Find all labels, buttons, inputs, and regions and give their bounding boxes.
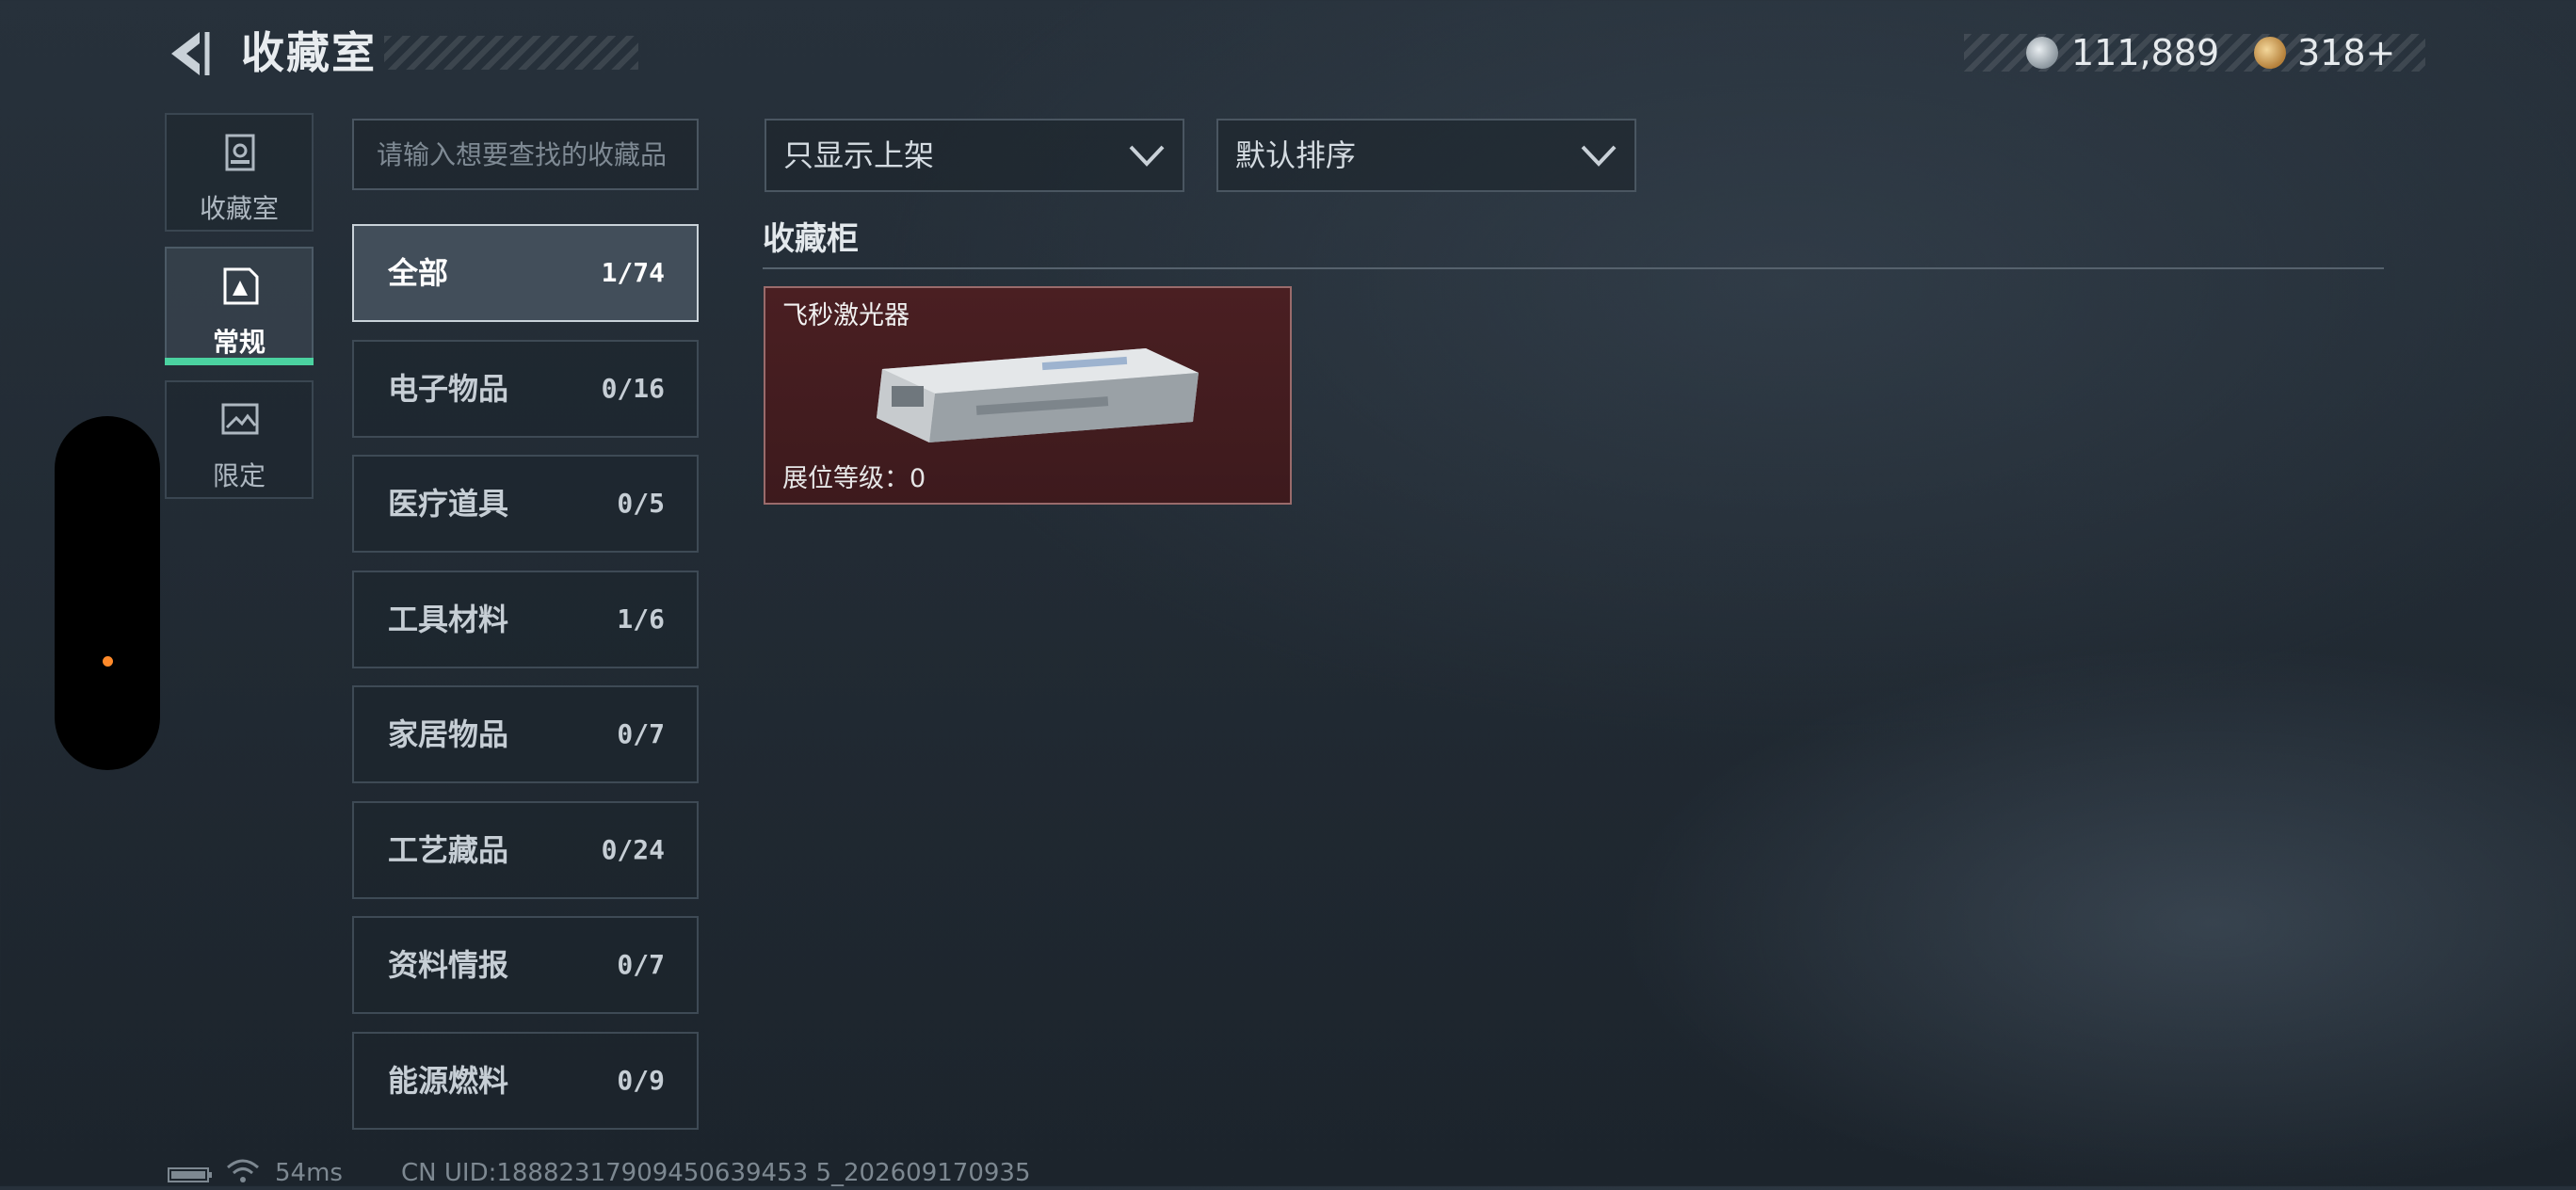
gold-currency-value[interactable]: 318+ <box>2297 26 2395 79</box>
dropdown-value: 只显示上架 <box>783 137 935 173</box>
category-intel[interactable]: 资料情报 0/7 <box>352 916 699 1014</box>
category-count: 0/7 <box>617 718 665 749</box>
category-name: 工具材料 <box>388 602 509 637</box>
side-tab-limited[interactable]: 限定 <box>165 380 314 499</box>
side-tab-label: 常规 <box>212 327 266 358</box>
ping-value: 54ms <box>275 1159 343 1187</box>
sort-dropdown[interactable]: 默认排序 <box>1216 119 1636 192</box>
category-name: 能源燃料 <box>388 1063 509 1099</box>
category-name: 全部 <box>388 255 449 291</box>
category-count: 0/24 <box>601 834 665 865</box>
back-button[interactable] <box>166 28 211 79</box>
category-name: 家居物品 <box>388 716 509 752</box>
category-all[interactable]: 全部 1/74 <box>352 224 699 322</box>
battery-icon <box>168 1167 212 1182</box>
search-input[interactable] <box>352 119 699 190</box>
selected-indicator <box>165 358 314 365</box>
page-title: 收藏室 <box>241 27 377 78</box>
dropdown-value: 默认排序 <box>1235 137 1357 173</box>
category-name: 资料情报 <box>388 947 509 983</box>
wifi-icon <box>227 1159 259 1182</box>
category-tools[interactable]: 工具材料 1/6 <box>352 571 699 668</box>
gold-coin-icon <box>2254 37 2286 69</box>
title-decoration <box>384 36 638 70</box>
category-count: 1/74 <box>601 257 665 288</box>
floating-handle[interactable] <box>55 416 160 770</box>
category-crafts[interactable]: 工艺藏品 0/24 <box>352 801 699 899</box>
category-name: 电子物品 <box>388 371 509 407</box>
picture-icon <box>221 403 259 435</box>
display-filter-dropdown[interactable]: 只显示上架 <box>765 119 1184 192</box>
side-tab-label: 限定 <box>212 460 266 491</box>
silver-currency-value: 111,889 <box>2071 32 2220 73</box>
category-medical[interactable]: 医疗道具 0/5 <box>352 455 699 553</box>
category-energy[interactable]: 能源燃料 0/9 <box>352 1032 699 1130</box>
category-household[interactable]: 家居物品 0/7 <box>352 685 699 783</box>
status-dot <box>103 656 113 667</box>
side-tab-regular[interactable]: 常规 <box>165 247 314 365</box>
silver-coin-icon <box>2026 37 2058 69</box>
user-uid: CN UID:18882317909450639453 5_2026091709… <box>401 1159 1031 1187</box>
category-count: 0/9 <box>617 1065 665 1096</box>
side-tab-label: 收藏室 <box>199 193 279 224</box>
item-level: 展位等级：0 <box>782 464 926 493</box>
category-name: 工艺藏品 <box>388 832 509 868</box>
back-arrow-icon <box>171 32 210 75</box>
side-tab-collection-room[interactable]: 收藏室 <box>165 113 314 232</box>
category-electronics[interactable]: 电子物品 0/16 <box>352 340 699 438</box>
section-title: 收藏柜 <box>763 220 859 258</box>
cabinet-icon <box>225 134 255 171</box>
category-count: 0/16 <box>601 373 665 404</box>
category-name: 医疗道具 <box>388 486 509 522</box>
collection-item-card[interactable]: 飞秒激光器 展位等级：0 <box>764 286 1292 505</box>
category-count: 0/5 <box>617 488 665 519</box>
chevron-down-icon <box>1581 145 1617 167</box>
category-count: 0/7 <box>617 949 665 980</box>
section-divider <box>763 267 2384 269</box>
laser-device-icon <box>877 348 1199 442</box>
category-count: 1/6 <box>617 603 665 635</box>
chevron-down-icon <box>1129 145 1165 167</box>
document-icon <box>223 267 259 305</box>
